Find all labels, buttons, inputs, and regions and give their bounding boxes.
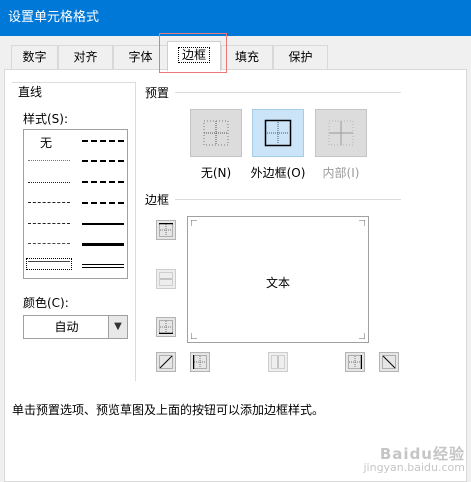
preset-outline-label: 外边框(O) [250,166,306,180]
tab-fill[interactable]: 填充 [221,45,273,70]
line-style-none[interactable]: 无 [40,134,52,151]
preset-inside-icon [328,120,354,146]
line-group-title: 直线 [18,83,47,100]
color-label: 颜色(C): [23,296,69,310]
border-bottom-button[interactable] [156,317,176,337]
tab-label: 对齐 [73,50,98,64]
tab-label: 字体 [128,50,153,64]
watermark-brand: Baidu经验 [379,445,465,463]
line-style-dotted[interactable] [28,182,70,183]
preset-divider [145,92,401,93]
tab-border[interactable]: 边框 [167,41,221,71]
line-style-selection-marker [26,258,72,270]
border-bottom-icon [159,320,173,334]
preset-none-button[interactable] [190,109,242,157]
corner-mark-icon [191,220,197,226]
border-diagonal-down-button[interactable] [379,352,399,372]
baidu-jingyan-watermark: Baidu经验 jingyan.baidu.com [363,445,465,475]
hint-text: 单击预置选项、预览草图及上面的按钮可以添加边框样式。 [12,403,325,417]
dialog-title: 设置单元格格式 [8,10,100,25]
border-section-label: 边框 [145,191,176,208]
tab-protection[interactable]: 保护 [273,45,328,70]
border-right-button[interactable] [345,352,365,372]
border-inside-vertical-icon [271,355,285,369]
border-inside-horizontal-button [156,269,176,289]
corner-mark-icon [191,333,197,339]
dialog-title-bar[interactable]: 设置单元格格式 [0,0,471,36]
line-style-double[interactable] [82,264,124,268]
border-top-button[interactable] [156,220,176,240]
border-preview[interactable]: 文本 [187,216,369,343]
line-style-dash-dot-dot-thin[interactable] [28,202,70,203]
line-style-thick[interactable] [82,243,124,246]
border-inside-vertical-button [268,352,288,372]
tab-label: 填充 [234,50,259,64]
tab-alignment[interactable]: 对齐 [58,45,113,70]
style-label: 样式(S): [23,112,69,126]
corner-mark-icon [359,220,365,226]
line-style-hair[interactable] [28,160,70,161]
preset-none-label: 无(N) [200,166,232,180]
preview-text: 文本 [265,276,290,290]
border-inside-horizontal-icon [159,272,173,286]
tab-strip: 数字 对齐 字体 边框 填充 保护 [0,36,471,71]
line-style-medium-dashed[interactable] [82,202,124,204]
preset-none-icon [203,120,229,146]
line-style-medium-dash-dot-dot[interactable] [82,140,124,142]
line-style-dashed-thin[interactable] [28,243,70,244]
tab-label: 边框 [177,47,210,63]
preset-outline-icon [264,119,292,147]
color-dropdown[interactable]: 自动 ▼ [23,315,128,339]
preset-inside-label: 内部(I) [322,166,360,180]
border-divider [145,199,401,200]
diagonal-up-icon [159,355,173,369]
line-style-slant-dash-dot[interactable] [82,160,124,162]
line-style-medium-dash-dot[interactable] [82,181,124,183]
border-diagonal-up-button[interactable] [156,352,176,372]
border-top-icon [159,223,173,237]
diagonal-down-icon [382,355,396,369]
line-style-medium[interactable] [82,223,124,225]
tab-number[interactable]: 数字 [11,45,58,70]
preset-outline-button[interactable] [252,109,304,157]
border-right-icon [348,355,362,369]
tab-label: 数字 [22,50,47,64]
preset-section-label: 预置 [145,84,176,101]
chevron-down-icon[interactable]: ▼ [108,316,127,338]
corner-mark-icon [359,333,365,339]
color-value: 自动 [54,320,79,334]
border-left-icon [193,355,207,369]
border-left-button[interactable] [190,352,210,372]
tab-label: 保护 [288,50,313,64]
line-style-list[interactable]: 无 [23,129,128,279]
preset-inside-button [315,109,367,157]
watermark-url: jingyan.baidu.com [363,461,465,474]
line-style-dash-dot-thin[interactable] [28,223,70,224]
tab-font[interactable]: 字体 [113,45,168,70]
